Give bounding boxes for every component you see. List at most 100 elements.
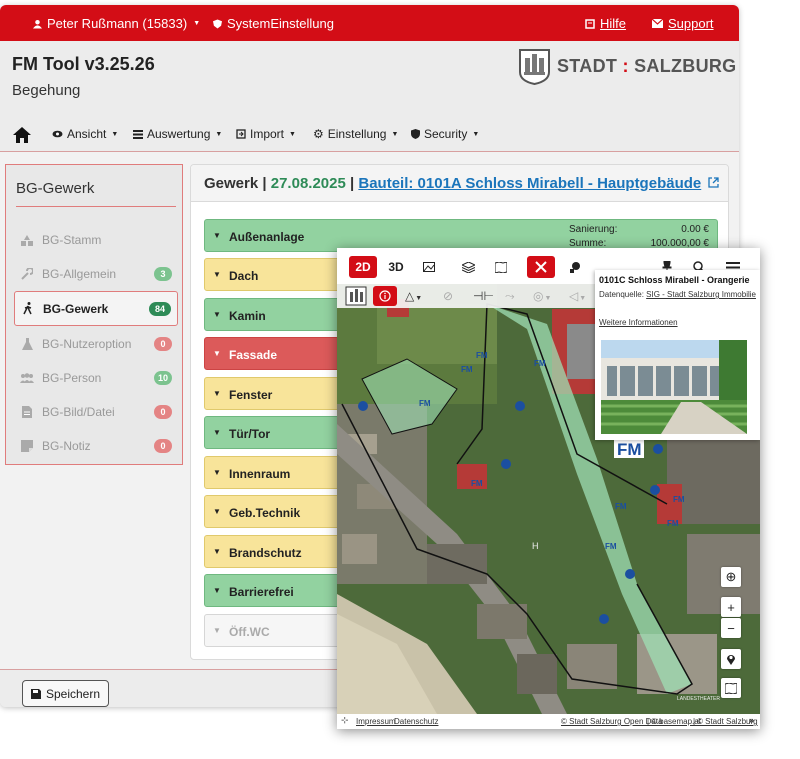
count-badge: 10 [153,371,172,385]
envelope-icon [652,19,663,28]
view-3d-button[interactable]: 3D [382,256,410,278]
fm-marker: FM [471,479,483,488]
main-nav: Ansicht ▼ Auswertung ▼ Import ▼ ⚙ Einstellu… [0,119,739,152]
walking-person-icon [15,302,41,315]
source-link[interactable]: SIG - Stadt Salzburg Immobilie [646,290,756,299]
save-button[interactable]: Speichern [22,680,109,707]
marker-icon[interactable] [561,256,589,278]
map-window: H FM FM FM FM FM FM FM FM FM FM LANDESTH… [337,248,760,729]
list-icon [133,129,143,139]
map-legend-icon[interactable] [721,678,741,698]
triangle-left-icon[interactable]: ◁▼ [569,289,586,303]
visit-date: 27.08.2025 [270,175,346,192]
info-icon[interactable] [373,286,397,306]
sidebar-item-bg-notiz[interactable]: BG-Notiz 0 [14,430,178,462]
map-footer: ⊹ Impressum Datenschutz © Stadt Salzburg… [337,714,760,729]
layers-icon[interactable] [454,256,482,278]
fm-marker: FM [534,359,546,368]
chevron-down-icon: ▼ [213,626,221,635]
chevron-down-icon: ▼ [213,349,221,358]
credit-separator: | [693,717,696,726]
fm-marker: FM [461,365,473,374]
locate-icon[interactable]: ⊕ [721,567,741,587]
sidebar: BG-Gewerk BG-Stamm BG-Allgemein 3 BG-Gew… [5,164,183,465]
map-icon[interactable] [487,256,515,278]
floppy-disk-icon [30,688,41,699]
divider [16,206,176,207]
top-bar: Peter Rußmann (15833) ▼ SystemEinstellun… [0,5,739,41]
stadt-salzburg-logo: STADT : SALZBURG [518,48,737,85]
user-shield-icon [213,19,222,28]
import-icon [236,129,246,139]
north-arrow-icon: ⊹ [341,715,349,725]
ban-icon[interactable]: ⊘ [443,289,453,303]
bauteil-link[interactable]: Bauteil: 0101A Schloss Mirabell - Hauptg… [358,175,701,192]
panel-header: Gewerk | 27.08.2025 | Bauteil: 0101A Sch… [191,165,728,202]
nav-einstellung[interactable]: ⚙ Einstellung ▼ [313,127,398,141]
location-pin-icon[interactable] [721,649,741,669]
impressum-link[interactable]: Impressum [356,717,396,726]
nav-auswertung[interactable]: Auswertung ▼ [133,127,222,141]
app-header: FM Tool v3.25.26 Begehung STADT : SALZBU… [0,41,739,119]
sidebar-item-bg-allgemein[interactable]: BG-Allgemein 3 [14,258,178,290]
measure-icon[interactable]: △▼ [405,289,422,303]
sidebar-item-bg-nutzeroption[interactable]: BG-Nutzeroption 0 [14,328,178,360]
chevron-down-icon: ▼ [213,507,221,516]
popup-title: 0101C Schloss Mirabell - Orangerie [599,275,750,285]
sidebar-item-bg-stamm[interactable]: BG-Stamm [14,224,178,256]
count-badge: 84 [149,301,171,316]
chevron-down-icon: ▼ [213,428,221,437]
fm-marker: FM [605,542,617,551]
sidebar-item-bg-gewerk[interactable]: BG-Gewerk 84 [14,291,178,326]
support-link[interactable]: Support [652,16,714,31]
zoom-out-button[interactable]: − [721,618,741,638]
sitemap-icon [14,234,40,246]
help-link[interactable]: Hilfe [585,16,626,31]
fm-marker: FM [419,399,431,408]
chevron-down-icon: ▼ [193,20,201,27]
flask-icon [14,338,40,350]
credit-separator: | [647,717,650,726]
user-menu[interactable]: Peter Rußmann (15833) ▼ [33,16,200,31]
nav-ansicht[interactable]: Ansicht ▼ [52,127,118,141]
count-badge: 0 [154,439,172,453]
users-icon [14,373,40,383]
chevron-down-icon: ▼ [213,547,221,556]
fm-marker: FM [667,519,679,528]
chevron-down-icon: ▼ [213,389,221,398]
split-icon[interactable]: ⊣⊢ [473,289,494,303]
app-title: FM Tool v3.25.26 [12,54,155,74]
chevron-down-icon: ▼ [213,586,221,595]
file-icon [14,406,40,418]
wrench-icon [14,268,40,280]
zoom-in-button[interactable]: + [721,597,741,617]
orangerie-photo [601,340,747,434]
sidebar-item-bg-person[interactable]: BG-Person 10 [14,362,178,394]
feature-popup: 0101C Schloss Mirabell - Orangerie Daten… [595,270,760,440]
system-settings-link[interactable]: SystemEinstellung [213,16,334,31]
count-badge: 0 [154,405,172,419]
external-link-icon[interactable] [708,177,720,188]
svg-text:LANDESTHEATER: LANDESTHEATER [677,696,720,702]
expand-icon[interactable]: » [749,715,754,725]
nav-security[interactable]: Security ▼ [411,127,479,141]
more-info-link[interactable]: Weitere Informationen [599,318,678,327]
tools-icon[interactable] [527,256,555,278]
chevron-down-icon: ▼ [213,231,221,240]
count-badge: 0 [154,337,172,351]
view-2d-button[interactable]: 2D [349,256,377,278]
note-icon [14,440,40,452]
fm-marker: FM [476,351,488,360]
route-icon[interactable]: ⤳ [505,289,515,304]
user-icon [33,19,42,28]
sidebar-item-bg-bild-datei[interactable]: BG-Bild/Datei 0 [14,396,178,428]
image-icon[interactable] [415,256,443,278]
support-label: Support [668,16,714,31]
help-label: Hilfe [600,16,627,31]
cost-summary: Sanierung: 0.00 € Summe: 100.000,00 € [569,224,709,249]
home-icon[interactable] [12,126,32,144]
count-badge: 3 [154,267,172,281]
visibility-icon[interactable]: ◎▼ [533,289,551,303]
datenschutz-link[interactable]: Datenschutz [394,717,438,726]
nav-import[interactable]: Import ▼ [236,127,296,141]
